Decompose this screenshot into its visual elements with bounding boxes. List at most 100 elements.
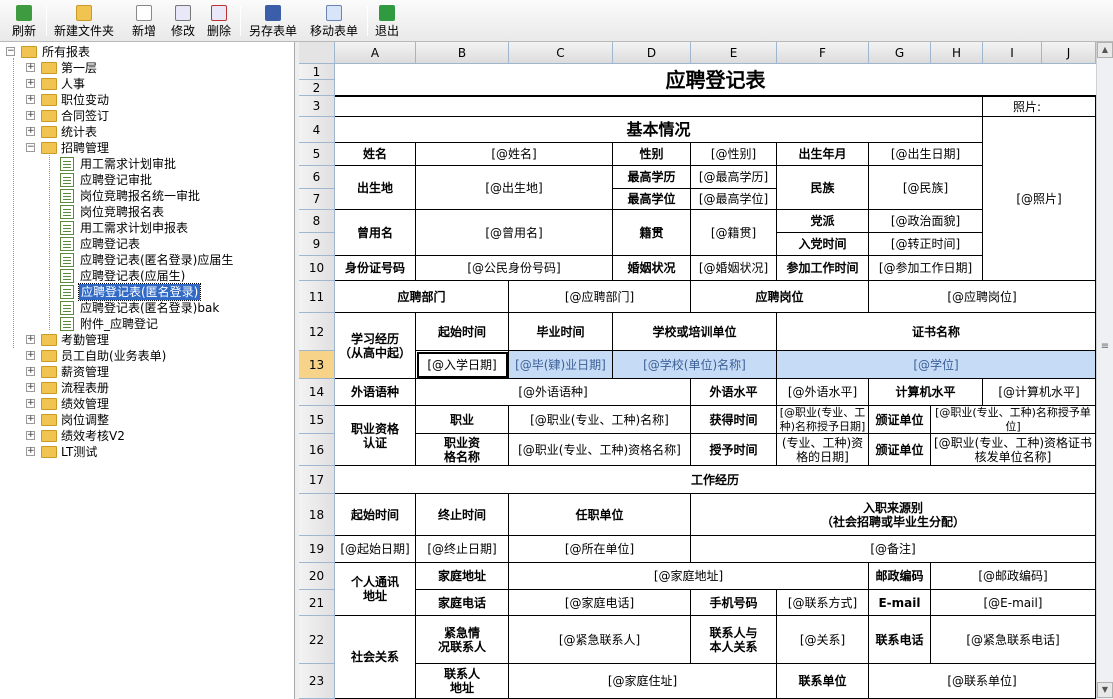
post-field[interactable]: [@应聘岗位] <box>869 281 1096 313</box>
row-header[interactable]: 11 <box>299 281 335 313</box>
col-header[interactable]: F <box>777 42 869 64</box>
tree-folder[interactable]: + 统计表 <box>26 124 226 140</box>
expand-icon[interactable]: + <box>26 335 35 344</box>
mobile-field[interactable]: [@联系方式] <box>777 590 869 616</box>
school-field[interactable]: [@学校(单位)名称] <box>613 351 777 379</box>
tree-item[interactable]: 用工需求计划申报表 <box>60 220 290 236</box>
native-field[interactable]: [@籍贯] <box>691 210 777 256</box>
row-header[interactable]: 21 <box>299 590 335 616</box>
party-field[interactable]: [@政治面貌] <box>869 210 983 233</box>
tree-folder[interactable]: + 员工自助(业务表单) <box>26 348 226 364</box>
row-header[interactable]: 5 <box>299 143 335 166</box>
scroll-down-icon[interactable]: ▼ <box>1097 682 1113 698</box>
w-end-field[interactable]: [@终止日期] <box>416 536 509 563</box>
grant-time-field[interactable]: (专业、工种)资格的日期] <box>777 434 869 466</box>
row-header[interactable]: 7 <box>299 189 335 210</box>
col-header[interactable]: J <box>1042 42 1096 64</box>
home-addr-field[interactable]: [@家庭地址] <box>509 563 869 590</box>
expand-icon[interactable]: + <box>26 431 35 440</box>
issuer-field[interactable]: [@职业(专业、工种)名称授予单位] <box>931 406 1096 434</box>
w-unit-field[interactable]: [@所在单位] <box>509 536 691 563</box>
row-header[interactable]: 8 <box>299 210 335 233</box>
row-header[interactable]: 4 <box>299 117 335 143</box>
tree-folder[interactable]: + 岗位调整 <box>26 412 226 428</box>
pc-field[interactable]: [@计算机水平] <box>983 379 1096 406</box>
tree-folder[interactable]: + 职位变动 <box>26 92 226 108</box>
row-header[interactable]: 1 <box>299 64 335 80</box>
origin-field[interactable]: [@出生地] <box>416 166 613 210</box>
nation-field[interactable]: [@民族] <box>869 166 983 210</box>
email-field[interactable]: [@E-mail] <box>931 590 1096 616</box>
tree-folder[interactable]: + 流程表册 <box>26 380 226 396</box>
row-header[interactable]: 20 <box>299 563 335 590</box>
name-field[interactable]: [@姓名] <box>416 143 613 166</box>
tree-root[interactable]: − 所有报表 <box>6 44 206 60</box>
new-folder-button[interactable]: 新建文件夹 <box>50 2 118 40</box>
col-header[interactable]: A <box>335 42 416 64</box>
scroll-thumb[interactable]: ≡ <box>1098 342 1112 354</box>
row-header[interactable]: 3 <box>299 96 335 117</box>
tree-folder[interactable]: + 合同签订 <box>26 108 226 124</box>
row-header[interactable]: 15 <box>299 406 335 434</box>
tree-folder[interactable]: + 绩效管理 <box>26 396 226 412</box>
dept-field[interactable]: [@应聘部门] <box>509 281 691 313</box>
tree-folder[interactable]: + LT测试 <box>26 444 226 460</box>
vertical-scrollbar[interactable]: ▲ ≡ ▼ <box>1096 42 1113 699</box>
expand-icon[interactable]: + <box>26 111 35 120</box>
expand-icon[interactable]: + <box>26 63 35 72</box>
row-header[interactable]: 14 <box>299 379 335 406</box>
marital-field[interactable]: [@婚姻状况] <box>691 256 777 281</box>
expand-icon[interactable]: + <box>26 415 35 424</box>
tree-folder[interactable]: + 绩效考核V2 <box>26 428 226 444</box>
collapse-icon[interactable]: − <box>6 47 15 56</box>
row-header[interactable]: 23 <box>299 664 335 699</box>
tree-folder-open[interactable]: − 招聘管理 <box>26 140 226 156</box>
birth-field[interactable]: [@出生日期] <box>869 143 983 166</box>
expand-icon[interactable]: + <box>26 127 35 136</box>
edu-field[interactable]: [@最高学历] <box>691 166 777 189</box>
row-header-selected[interactable]: 13 <box>299 351 335 379</box>
row-header[interactable]: 22 <box>299 616 335 664</box>
tree-item[interactable]: 应聘登记表(匿名登录)bak <box>60 300 290 316</box>
col-header[interactable]: G <box>869 42 931 64</box>
save-as-button[interactable]: 另存表单 <box>246 2 300 40</box>
row-header[interactable]: 12 <box>299 313 335 351</box>
expand-icon[interactable]: + <box>26 79 35 88</box>
col-header[interactable]: B <box>416 42 509 64</box>
row-header[interactable]: 2 <box>299 80 335 96</box>
row-header[interactable]: 18 <box>299 494 335 536</box>
row-header[interactable]: 10 <box>299 256 335 281</box>
col-header[interactable]: I <box>983 42 1042 64</box>
lang-field[interactable]: [@外语语种] <box>416 379 691 406</box>
tree-folder[interactable]: + 人事 <box>26 76 226 92</box>
gender-field[interactable]: [@性别] <box>691 143 777 166</box>
expand-icon[interactable]: + <box>26 447 35 456</box>
row-header[interactable]: 6 <box>299 166 335 189</box>
col-header[interactable]: C <box>509 42 613 64</box>
new-button[interactable]: 新增 <box>122 2 166 40</box>
expand-icon[interactable]: + <box>26 367 35 376</box>
col-header[interactable]: D <box>613 42 691 64</box>
tree-item[interactable]: 用工需求计划审批 <box>60 156 290 172</box>
tree-item[interactable]: 应聘登记表 <box>60 236 290 252</box>
row-header[interactable]: 19 <box>299 536 335 563</box>
tree-folder[interactable]: + 薪资管理 <box>26 364 226 380</box>
work-start-field[interactable]: [@参加工作日期] <box>869 256 983 281</box>
former-name-field[interactable]: [@曾用名] <box>416 210 613 256</box>
zip-field[interactable]: [@邮政编码] <box>931 563 1096 590</box>
spreadsheet[interactable]: A B C D E F G H I J 1 2 3 4 5 6 7 8 9 10… <box>299 42 1113 699</box>
got-time-field[interactable]: [@职业(专业、工种)名称授予日期] <box>777 406 869 434</box>
contact-person-field[interactable]: [@家庭住址] <box>509 664 777 699</box>
move-button[interactable]: 移动表单 <box>306 2 362 40</box>
job-field[interactable]: [@职业(专业、工种)名称] <box>509 406 691 434</box>
row-header[interactable]: 16 <box>299 434 335 466</box>
col-header[interactable]: E <box>691 42 777 64</box>
scroll-up-icon[interactable]: ▲ <box>1097 42 1113 58</box>
expand-icon[interactable]: + <box>26 95 35 104</box>
tree-item[interactable]: 附件_应聘登记 <box>60 316 290 332</box>
tree-item[interactable]: 应聘登记表(匿名登录)应届生 <box>60 252 290 268</box>
w-start-field[interactable]: [@起始日期] <box>335 536 416 563</box>
tree-folder[interactable]: + 考勤管理 <box>26 332 226 348</box>
tree-folder[interactable]: + 第一层 <box>26 60 226 76</box>
row-header[interactable]: 9 <box>299 233 335 256</box>
